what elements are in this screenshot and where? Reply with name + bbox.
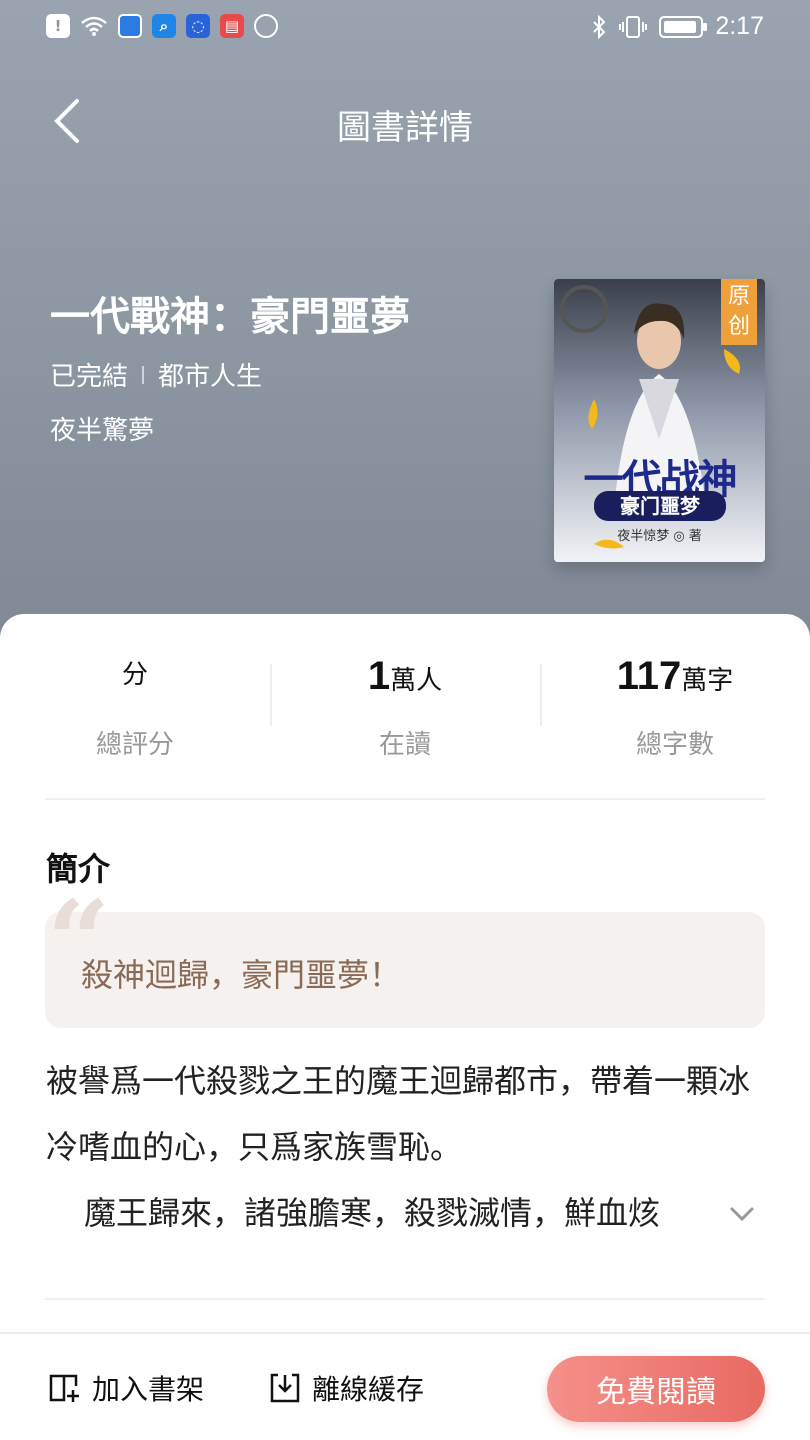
stat-value: 117 — [616, 654, 682, 698]
stat-label: 在讀 — [378, 730, 431, 760]
book-category[interactable]: 都市人生 — [158, 356, 262, 393]
status-icons-left: ! ⌕ ◌ ▤ — [46, 14, 278, 38]
section-divider — [45, 798, 765, 800]
add-to-shelf-button[interactable]: 加入書架 — [48, 1368, 204, 1408]
stat-unit: 萬字 — [681, 666, 734, 696]
book-status: 已完結 — [50, 362, 129, 392]
stat-unit: 萬人 — [390, 666, 443, 696]
bulb-app-icon: ◌ — [186, 14, 210, 38]
stat-readers: 1 萬人 在讀 — [270, 654, 540, 764]
bluetooth-icon — [593, 14, 606, 39]
alert-icon: ! — [46, 14, 70, 38]
status-icons-right: 2:17 — [591, 12, 764, 41]
free-read-button[interactable]: 免費閱讀 — [547, 1356, 765, 1422]
book-app-icon: ▤ — [220, 14, 244, 38]
book-cover: 原创 一代战神 豪门噩梦 夜半惊梦 ◎ 著 — [554, 279, 765, 562]
stat-label: 總字數 — [635, 730, 714, 760]
status-time: 2:17 — [715, 12, 764, 40]
chevron-down-icon — [730, 1207, 754, 1221]
bottom-action-bar: 加入書架 離線緩存 免費閱讀 — [0, 1332, 810, 1440]
stat-value: 1 — [367, 654, 391, 698]
stat-unit: 分 — [121, 660, 148, 690]
wifi-icon — [81, 16, 107, 36]
search-app-icon: ⌕ — [152, 14, 176, 38]
cover-subtitle: 豪门噩梦 — [594, 491, 726, 521]
status-bar: ! ⌕ ◌ ▤ 2:17 — [0, 0, 810, 56]
add-to-shelf-label: 加入書架 — [92, 1373, 205, 1406]
cover-author: 夜半惊梦 ◎ 著 — [617, 529, 702, 544]
book-meta: 已完結 都市人生 — [50, 356, 262, 393]
add-bookshelf-icon — [49, 1374, 79, 1402]
stats-row: 分 總評分 1 萬人 在讀 117 萬字 總字數 — [0, 654, 810, 764]
offline-cache-button[interactable]: 離線緩存 — [268, 1368, 424, 1408]
section-divider — [45, 1298, 765, 1300]
book-author[interactable]: 夜半驚夢 — [50, 410, 154, 447]
vibrate-icon — [619, 15, 648, 38]
page-title: 圖書詳情 — [337, 108, 473, 148]
meta-divider — [142, 365, 145, 384]
description-paragraph: 被譽爲一代殺戮之王的魔王迴歸都市，帶着一顆冰冷嗜血的心，只爲家族雪恥。 — [46, 1062, 751, 1166]
offline-cache-label: 離線緩存 — [312, 1373, 425, 1406]
battery-icon — [659, 15, 708, 38]
cover-badge: 原创 — [721, 279, 757, 345]
stat-rating: 分 總評分 — [0, 654, 270, 764]
expand-description-button[interactable] — [720, 1196, 764, 1232]
book-title: 一代戰神：豪門噩夢 — [50, 294, 410, 340]
detail-card: 分 總評分 1 萬人 在讀 117 萬字 總字數 簡介 “ 殺神迴歸，豪門噩夢！… — [0, 614, 810, 1440]
stat-label: 總評分 — [95, 730, 174, 760]
stat-word-count: 117 萬字 總字數 — [540, 654, 810, 764]
shield-icon — [118, 14, 142, 38]
download-icon — [270, 1373, 300, 1403]
quote-text: 殺神迴歸，豪門噩夢！ — [81, 956, 402, 994]
globe-icon — [254, 14, 278, 38]
quote-box: “ 殺神迴歸，豪門噩夢！ — [45, 886, 765, 1028]
description-paragraph-2: 魔王歸來，諸強膽寒，殺戮滅情，鮮血烗 — [84, 1194, 661, 1232]
